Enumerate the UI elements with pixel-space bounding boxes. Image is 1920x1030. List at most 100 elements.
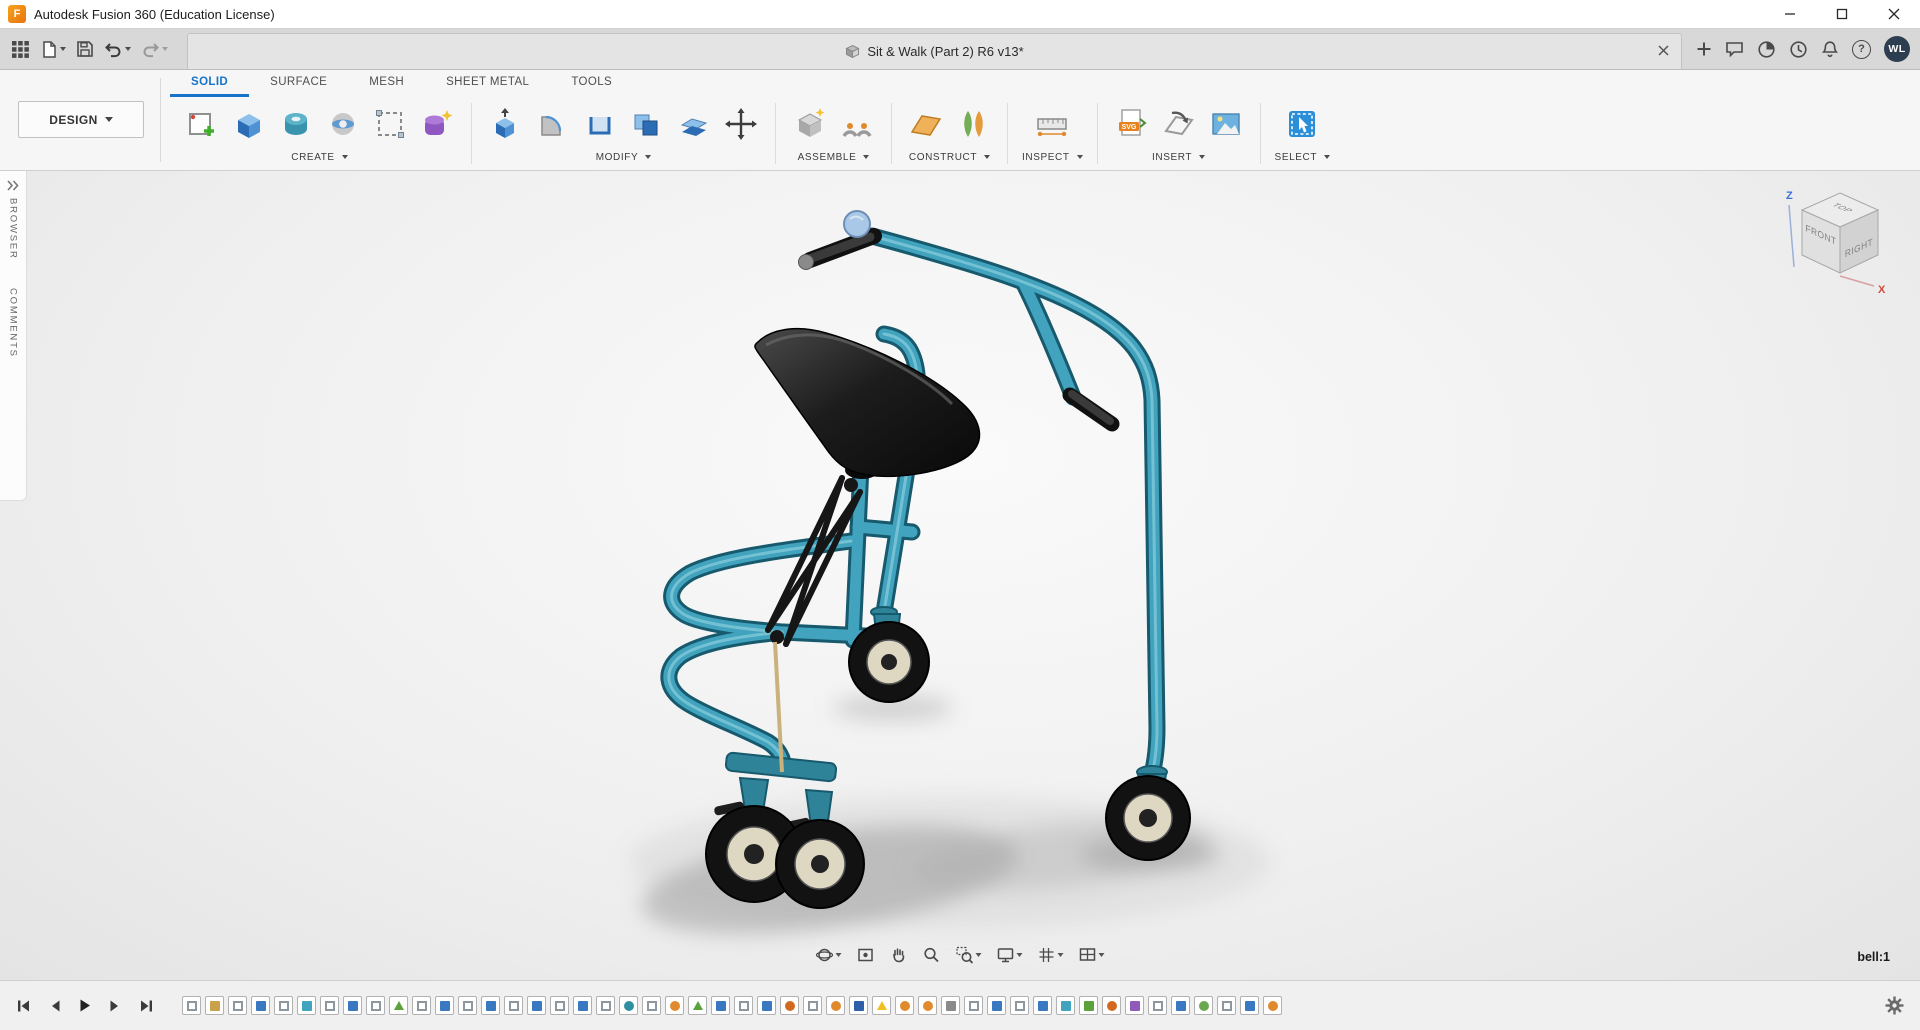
document-close-icon[interactable] [1654,39,1673,65]
timeline-feature-sketch[interactable] [458,996,477,1015]
timeline-feature-sketch[interactable] [550,996,569,1015]
timeline-feature-group[interactable] [1079,996,1098,1015]
joint-icon[interactable] [837,102,877,146]
skip-to-end-button[interactable] [137,997,156,1015]
timeline-feature-extrude[interactable] [757,996,776,1015]
timeline-feature-extrude[interactable] [1033,996,1052,1015]
construction-axis-icon[interactable] [953,102,993,146]
save-button[interactable] [73,36,97,62]
shell-icon[interactable] [580,102,620,146]
job-status-clock-icon[interactable] [1789,40,1808,59]
expand-browser-chevron-icon[interactable] [6,179,20,192]
look-at-icon[interactable] [855,944,877,966]
undo-button[interactable] [101,37,134,62]
timeline-feature-revolve[interactable] [619,996,638,1015]
insert-group-label[interactable]: INSERT [1152,148,1205,166]
timeline-feature-plane[interactable] [205,996,224,1015]
close-button[interactable] [1868,0,1920,28]
measure-icon[interactable] [1032,102,1072,146]
timeline-feature-extrude[interactable] [343,996,362,1015]
timeline-feature-sketch[interactable] [1010,996,1029,1015]
timeline-settings-gear-icon[interactable] [1883,994,1906,1017]
decal-icon[interactable] [1159,102,1199,146]
maximize-button[interactable] [1816,0,1868,28]
construction-plane-icon[interactable] [906,102,946,146]
timeline-feature-measure[interactable] [941,996,960,1015]
step-back-button[interactable] [46,997,63,1015]
skip-to-start-button[interactable] [14,997,33,1015]
timeline-feature-sketch[interactable] [1217,996,1236,1015]
step-forward-button[interactable] [107,997,124,1015]
timeline-feature-sketch[interactable] [734,996,753,1015]
combine-icon[interactable] [627,102,667,146]
redo-button[interactable] [138,37,171,62]
browser-panel-tab[interactable]: BROWSER [8,198,19,260]
press-pull-icon[interactable] [486,102,526,146]
create-form-icon[interactable] [417,102,457,146]
timeline-feature-sketch[interactable] [320,996,339,1015]
help-icon[interactable]: ? [1852,40,1871,59]
select-icon[interactable] [1282,102,1322,146]
timeline-feature-sketch[interactable] [504,996,523,1015]
timeline-feature-sketch[interactable] [964,996,983,1015]
workspace-selector[interactable]: DESIGN [18,101,144,138]
timeline-feature-warning[interactable] [872,996,891,1015]
data-panel-grid-icon[interactable] [8,36,33,63]
select-group-label[interactable]: SELECT [1275,148,1331,166]
tab-mesh[interactable]: MESH [348,70,425,97]
timeline-feature-pattern[interactable] [1125,996,1144,1015]
timeline-feature-joint[interactable] [1263,996,1282,1015]
timeline-feature-joint[interactable] [918,996,937,1015]
timeline-feature-sketch[interactable] [1148,996,1167,1015]
zoom-window-icon[interactable] [954,944,984,966]
timeline-feature-fillet[interactable] [1056,996,1075,1015]
play-button[interactable] [76,996,94,1015]
timeline-feature-extrude[interactable] [435,996,454,1015]
zoom-icon[interactable] [921,944,943,966]
timeline-feature-mirror[interactable] [688,996,707,1015]
comments-panel-tab[interactable]: COMMENTS [8,288,19,358]
timeline-feature-sketch[interactable] [182,996,201,1015]
timeline-feature-joint[interactable] [665,996,684,1015]
timeline-feature-extrude[interactable] [481,996,500,1015]
timeline-feature-extrude[interactable] [1240,996,1259,1015]
create-group-label[interactable]: CREATE [291,148,347,166]
timeline-feature-extrude[interactable] [1171,996,1190,1015]
document-tab[interactable]: Sit & Walk (Part 2) R6 v13* [187,33,1682,69]
viewport-canvas[interactable]: BROWSER COMMENTS Z X TOP FRONT RIGHT [0,171,1920,980]
assemble-group-label[interactable]: ASSEMBLE [798,148,870,166]
viewcube[interactable]: Z X TOP FRONT RIGHT [1778,181,1902,305]
revolve-icon[interactable] [276,102,316,146]
timeline-feature-mirror[interactable] [389,996,408,1015]
extension-progress-icon[interactable] [1757,40,1776,59]
viewports-icon[interactable] [1077,944,1107,966]
timeline-feature-extrude[interactable] [573,996,592,1015]
canvas-image-icon[interactable] [1206,102,1246,146]
timeline-feature-sketch[interactable] [596,996,615,1015]
display-settings-icon[interactable] [995,944,1025,966]
timeline-feature-extrude[interactable] [527,996,546,1015]
new-component-icon[interactable] [790,102,830,146]
timeline-feature-combine[interactable] [849,996,868,1015]
offset-face-icon[interactable] [674,102,714,146]
timeline-feature-sketch[interactable] [642,996,661,1015]
minimize-button[interactable] [1764,0,1816,28]
move-copy-icon[interactable] [721,102,761,146]
timeline-feature-sweep[interactable] [1102,996,1121,1015]
timeline-feature-joint[interactable] [826,996,845,1015]
insert-svg-icon[interactable]: SVG [1112,102,1152,146]
grid-settings-icon[interactable] [1036,944,1066,966]
create-sketch-icon[interactable] [182,102,222,146]
notifications-bell-icon[interactable] [1821,40,1839,59]
user-avatar[interactable]: WL [1884,36,1910,62]
tab-surface[interactable]: SURFACE [249,70,348,97]
timeline-feature-sketch[interactable] [412,996,431,1015]
timeline-feature-sketch[interactable] [803,996,822,1015]
timeline-feature-sketch[interactable] [274,996,293,1015]
fillet-icon[interactable] [533,102,573,146]
timeline-feature-extrude[interactable] [711,996,730,1015]
timeline-feature-extrude[interactable] [987,996,1006,1015]
inspect-group-label[interactable]: INSPECT [1022,148,1083,166]
timeline-feature-extrude[interactable] [251,996,270,1015]
tab-tools[interactable]: TOOLS [550,70,633,97]
